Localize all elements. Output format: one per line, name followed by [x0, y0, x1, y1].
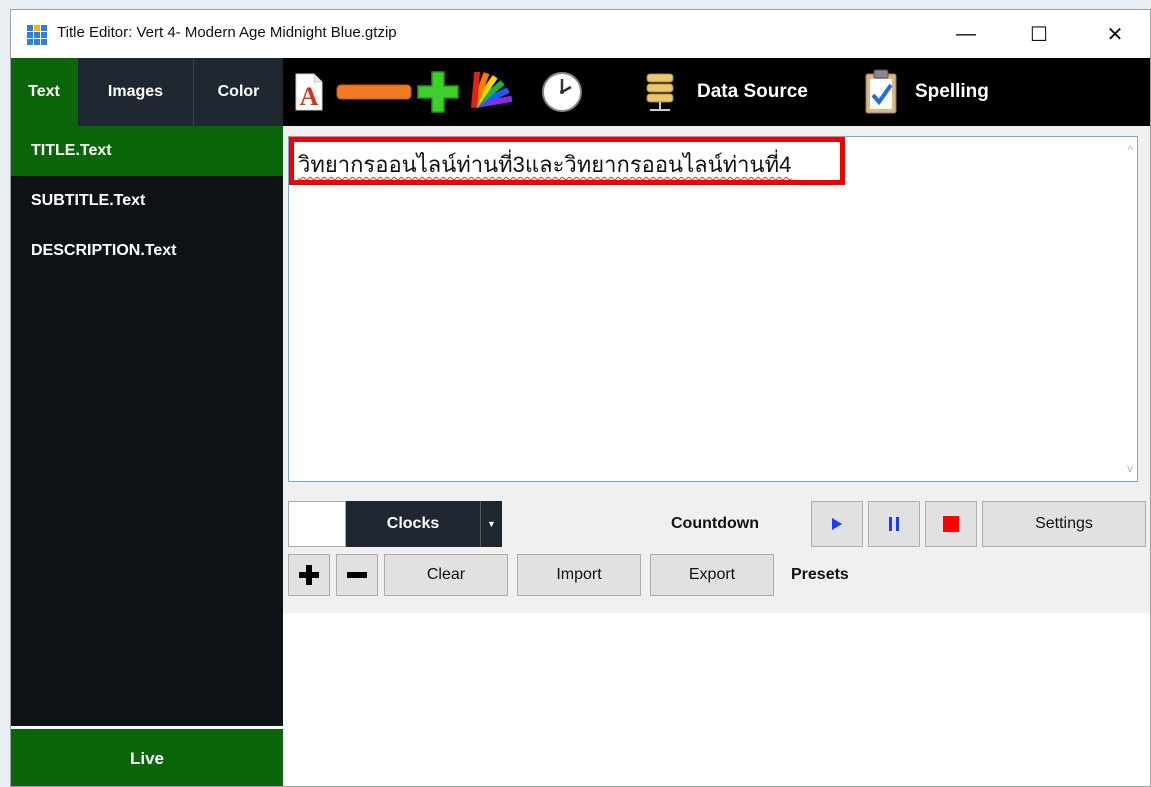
countdown-label: Countdown [671, 515, 759, 532]
play-button[interactable] [811, 501, 863, 547]
presets-list[interactable] [283, 613, 1150, 786]
data-source-button[interactable]: Data Source [697, 70, 808, 114]
tab-color[interactable]: Color [194, 58, 283, 126]
scroll-up-icon[interactable]: ^ [1127, 143, 1133, 157]
chevron-down-icon[interactable]: ▼ [480, 501, 502, 547]
controls-panel: Clocks ▼ Countdown Settings Clear Import… [283, 498, 1150, 613]
add-icon[interactable] [416, 70, 460, 114]
maximize-button[interactable]: ☐ [1016, 10, 1062, 58]
remove-preset-button[interactable] [336, 554, 378, 596]
maximize-icon: ☐ [1030, 23, 1048, 46]
minimize-button[interactable]: — [943, 10, 989, 58]
close-icon: ✕ [1106, 23, 1124, 46]
play-icon [832, 518, 842, 530]
tab-text[interactable]: Text [11, 58, 78, 126]
color-swatch[interactable] [288, 501, 346, 547]
add-preset-button[interactable] [288, 554, 330, 596]
database-icon[interactable] [643, 70, 677, 114]
window-title: Title Editor: Vert 4- Modern Age Midnigh… [57, 24, 397, 41]
settings-button[interactable]: Settings [982, 501, 1146, 547]
spelling-button[interactable]: Spelling [915, 70, 989, 114]
clear-button[interactable]: Clear [384, 554, 508, 596]
color-fan-icon[interactable] [471, 70, 515, 114]
toolbar: A Data Source Spelling [283, 58, 1150, 126]
close-button[interactable]: ✕ [1092, 10, 1138, 58]
minus-icon [347, 572, 367, 578]
tree-item-subtitle[interactable]: SUBTITLE.Text [11, 176, 283, 226]
pause-button[interactable] [868, 501, 920, 547]
minimize-icon: — [956, 22, 976, 45]
tree-item-description[interactable]: DESCRIPTION.Text [11, 226, 283, 276]
scroll-down-icon[interactable]: v [1127, 461, 1133, 475]
import-button[interactable]: Import [517, 554, 641, 596]
text-field-list: TITLE.Text SUBTITLE.Text DESCRIPTION.Tex… [11, 126, 283, 726]
export-button[interactable]: Export [650, 554, 774, 596]
title-bar: Title Editor: Vert 4- Modern Age Midnigh… [11, 10, 1150, 58]
pause-icon [889, 517, 899, 531]
clock-icon[interactable] [540, 70, 584, 114]
editor-area: วิทยากรออนไลน์ท่านที่3และวิทยากรออนไลน์ท… [283, 126, 1150, 498]
text-editor[interactable]: วิทยากรออนไลน์ท่านที่3และวิทยากรออนไลน์ท… [288, 136, 1138, 482]
svg-text:A: A [300, 82, 319, 111]
stop-button[interactable] [925, 501, 977, 547]
title-editor-window: Title Editor: Vert 4- Modern Age Midnigh… [10, 9, 1151, 787]
tab-images[interactable]: Images [78, 58, 194, 126]
editor-text: วิทยากรออนไลน์ท่านที่3และวิทยากรออนไลน์ท… [298, 152, 792, 177]
presets-label: Presets [791, 566, 849, 583]
remove-icon[interactable] [335, 70, 413, 114]
plus-icon [299, 565, 319, 585]
clocks-dropdown[interactable]: Clocks [346, 501, 480, 547]
stop-icon [943, 516, 959, 532]
left-tab-bar: Text Images Color [11, 58, 283, 126]
font-icon[interactable]: A [291, 70, 327, 114]
clipboard-check-icon[interactable] [861, 69, 901, 114]
live-button[interactable]: Live [11, 729, 283, 786]
app-grid-icon [27, 25, 47, 45]
tree-item-title[interactable]: TITLE.Text [11, 126, 283, 176]
